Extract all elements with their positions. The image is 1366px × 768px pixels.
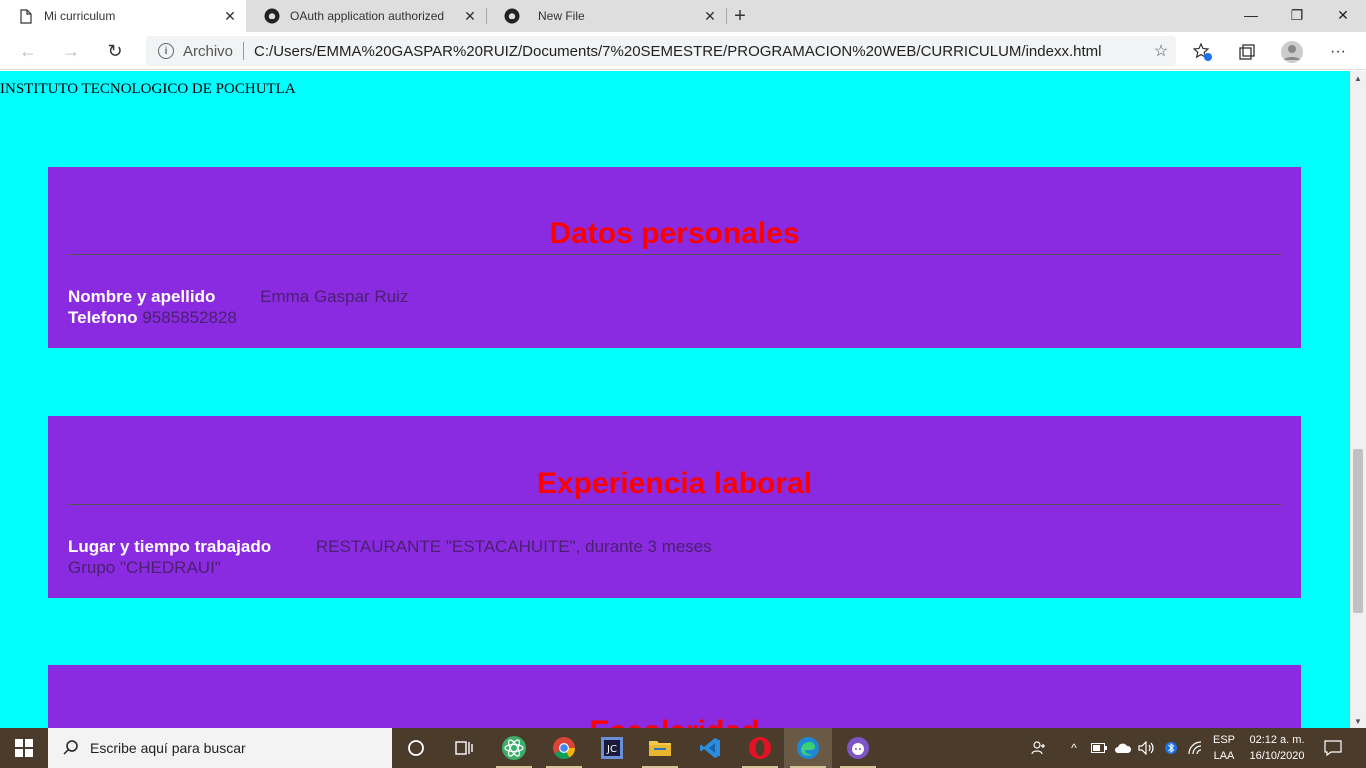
tab-label: Mi curriculum	[44, 9, 116, 23]
github-desktop-icon[interactable]	[834, 728, 882, 768]
refresh-icon[interactable]: ↻	[101, 38, 129, 64]
clock-time: 02:12 a. m.	[1249, 734, 1305, 746]
taskbar-clock[interactable]: 02:12 a. m. 16/10/2020	[1244, 732, 1310, 764]
row-value: 9585852828	[142, 308, 237, 327]
page-viewport: INSTITUTO TECNOLOGICO DE POCHUTLA Datos …	[0, 71, 1350, 728]
section-title: Experiencia laboral	[536, 467, 813, 500]
address-url[interactable]: C:/Users/EMMA%20GASPAR%20RUIZ/Documents/…	[254, 43, 1146, 60]
row-value: Emma Gaspar Ruiz	[260, 287, 409, 306]
favorites-icon[interactable]	[1190, 39, 1216, 65]
clock-date: 16/10/2020	[1249, 750, 1305, 762]
row-nombre: Nombre y apellido Emma Gaspar Ruiz	[68, 287, 408, 307]
favorite-star-icon[interactable]: ☆	[1146, 41, 1176, 61]
row-value: RESTAURANTE "ESTACAHUITE", durante 3 mes…	[315, 537, 712, 556]
tab-mi-curriculum[interactable]: Mi curriculum ✕	[0, 0, 246, 32]
wifi-icon[interactable]	[1184, 728, 1206, 768]
back-icon[interactable]: ←	[14, 38, 42, 64]
more-menu-icon[interactable]: ···	[1325, 39, 1351, 65]
address-bar[interactable]: i Archivo C:/Users/EMMA%20GASPAR%20RUIZ/…	[146, 36, 1176, 66]
institute-name: INSTITUTO TECNOLOGICO DE POCHUTLA	[0, 81, 296, 97]
tab-new-file[interactable]: New File ✕	[486, 0, 726, 32]
close-tab-icon[interactable]: ✕	[460, 6, 480, 26]
search-placeholder: Escribe aquí para buscar	[90, 740, 246, 756]
edge-app-icon[interactable]	[784, 728, 832, 768]
windows-start-icon[interactable]	[0, 728, 48, 768]
atom-app-icon[interactable]	[490, 728, 538, 768]
section-title: Escolaridad	[68, 715, 1281, 728]
section-escolaridad: Escolaridad	[48, 665, 1301, 728]
section-divider	[68, 254, 1281, 255]
taskbar: Escribe aquí para buscar JC ^ ESP LAA 02…	[0, 728, 1366, 768]
tab-label: New File	[538, 9, 585, 23]
row-telefono: Telefono 9585852828	[68, 308, 237, 328]
jetbrains-app-icon[interactable]: JC	[588, 728, 636, 768]
minimize-icon[interactable]: —	[1228, 0, 1274, 30]
chrome-app-icon[interactable]	[540, 728, 588, 768]
address-scheme: Archivo	[183, 42, 234, 60]
browser-toolbar: ← → ↻ i Archivo C:/Users/EMMA%20GASPAR%2…	[0, 32, 1366, 70]
volume-icon[interactable]	[1136, 728, 1158, 768]
restore-icon[interactable]: ❐	[1274, 0, 1320, 30]
new-tab-icon[interactable]: +	[728, 4, 752, 28]
chevron-up-icon[interactable]: ^	[1064, 728, 1084, 768]
row-label: Lugar y tiempo trabajado	[68, 537, 272, 556]
tab-divider	[726, 8, 727, 24]
section-experiencia-laboral: Experiencia laboral Lugar y tiempo traba…	[48, 416, 1301, 598]
scroll-up-icon[interactable]: ▲	[1350, 71, 1366, 85]
svg-text:JC: JC	[606, 744, 617, 755]
notification-icon[interactable]	[1318, 728, 1348, 768]
battery-icon[interactable]	[1088, 728, 1110, 768]
row-grupo: Grupo "CHEDRAUI"	[68, 558, 221, 578]
page-scrollbar[interactable]: ▲ ▼	[1350, 71, 1366, 728]
section-title: Datos personales	[549, 217, 800, 250]
avatar[interactable]	[1279, 39, 1305, 65]
row-label: Telefono	[68, 308, 138, 327]
page-icon	[18, 8, 34, 24]
taskbar-search[interactable]: Escribe aquí para buscar	[48, 728, 392, 768]
task-view-icon[interactable]	[440, 728, 488, 768]
github-icon	[264, 8, 280, 24]
section-datos-personales: Datos personales Nombre y apellido Emma …	[48, 167, 1301, 348]
row-value: Grupo "CHEDRAUI"	[68, 558, 221, 577]
row-label: Nombre y apellido	[68, 287, 216, 306]
opera-app-icon[interactable]	[736, 728, 784, 768]
close-tab-icon[interactable]: ✕	[700, 6, 720, 26]
github-icon	[504, 8, 520, 24]
info-icon[interactable]: i	[158, 43, 174, 59]
language-code: ESP	[1212, 734, 1235, 746]
scrollbar-thumb[interactable]	[1353, 449, 1363, 613]
file-explorer-icon[interactable]	[636, 728, 684, 768]
vscode-app-icon[interactable]	[686, 728, 734, 768]
tab-label: OAuth application authorized	[290, 9, 445, 23]
section-divider	[68, 504, 1281, 505]
close-window-icon[interactable]: ✕	[1320, 0, 1366, 30]
forward-icon[interactable]: →	[57, 38, 85, 64]
people-icon[interactable]	[1028, 728, 1050, 768]
close-tab-icon[interactable]: ✕	[220, 6, 240, 26]
tab-strip: Mi curriculum ✕ OAuth application author…	[0, 0, 1366, 32]
collections-icon[interactable]	[1234, 39, 1260, 65]
bluetooth-icon[interactable]	[1160, 728, 1182, 768]
language-indicator[interactable]: ESP LAA	[1206, 732, 1242, 764]
onedrive-icon[interactable]	[1112, 728, 1134, 768]
keyboard-layout: LAA	[1213, 750, 1235, 762]
cortana-icon[interactable]	[392, 728, 440, 768]
address-divider	[243, 42, 245, 60]
tab-oauth[interactable]: OAuth application authorized ✕	[246, 0, 486, 32]
search-icon	[63, 740, 78, 755]
row-lugar: Lugar y tiempo trabajado RESTAURANTE "ES…	[68, 537, 712, 557]
scroll-down-icon[interactable]: ▼	[1350, 714, 1366, 728]
